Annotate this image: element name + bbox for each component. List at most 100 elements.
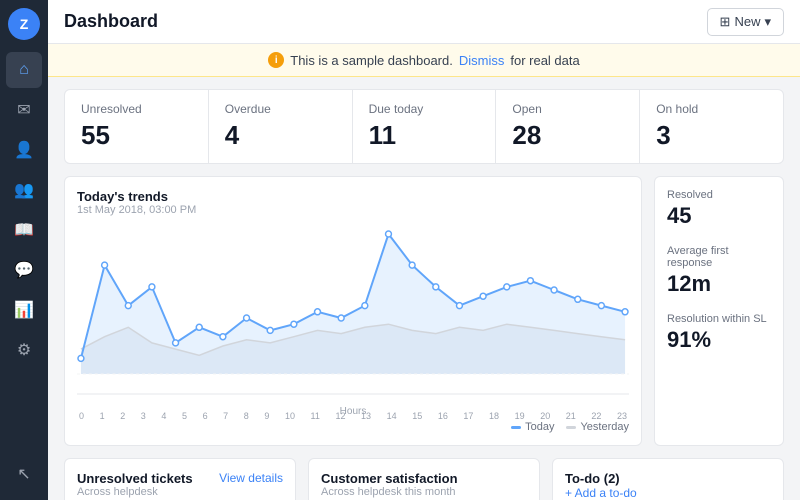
chart-point-today: [78, 355, 84, 361]
dashboard-content: Unresolved 55 Overdue 4 Due today 11 Ope…: [48, 77, 800, 500]
stat-due-today-value: 11: [369, 120, 480, 151]
sidebar-item-groups[interactable]: 👥: [6, 172, 42, 208]
stat-unresolved-label: Unresolved: [81, 102, 192, 116]
ticket-icon: ✉: [17, 100, 30, 120]
unresolved-tickets-header: Unresolved tickets Across helpdesk View …: [77, 471, 283, 498]
chart-subtitle: 1st May 2018, 03:00 PM: [77, 204, 629, 216]
add-todo-button[interactable]: + Add a to-do: [565, 486, 771, 500]
banner-suffix: for real data: [510, 53, 579, 68]
stat-open-label: Open: [512, 102, 623, 116]
chart-point-today: [244, 315, 250, 321]
side-stat-avg-response-label: Average first response: [667, 245, 771, 269]
report-icon: 📊: [14, 300, 34, 320]
cs-subtitle: Across helpdesk this month: [321, 486, 527, 498]
trends-svg: [77, 224, 629, 404]
side-stat-resolved: Resolved 45: [667, 189, 771, 229]
sidebar-item-book[interactable]: 📖: [6, 212, 42, 248]
header: Dashboard ⊞ New ▾: [48, 0, 800, 44]
chart-point-today: [409, 262, 415, 268]
book-icon: 📖: [14, 220, 34, 240]
chart-point-today: [362, 303, 368, 309]
legend-yesterday-dot: [566, 426, 576, 429]
trends-chart-card: Today's trends 1st May 2018, 03:00 PM: [64, 176, 642, 446]
dismiss-link[interactable]: Dismiss: [459, 53, 505, 68]
side-stat-resolution-sl-label: Resolution within SL: [667, 313, 771, 325]
stat-open: Open 28: [496, 90, 640, 163]
side-stat-resolved-label: Resolved: [667, 189, 771, 201]
chart-point-today: [575, 296, 581, 302]
chart-title: Today's trends: [77, 189, 629, 204]
stat-overdue-label: Overdue: [225, 102, 336, 116]
legend-today-dot: [511, 426, 521, 429]
stat-overdue: Overdue 4: [209, 90, 353, 163]
chart-point-today: [267, 327, 273, 333]
customer-satisfaction-card: Customer satisfaction Across helpdesk th…: [308, 458, 540, 500]
chart-sidebar-stats: Resolved 45 Average first response 12m R…: [654, 176, 784, 446]
sidebar-item-tickets[interactable]: ✉: [6, 92, 42, 128]
chart-container: 01234567891011121314151617181920212223: [77, 224, 629, 404]
view-details-link[interactable]: View details: [219, 471, 283, 485]
cs-title: Customer satisfaction: [321, 471, 527, 486]
sample-dashboard-banner: i This is a sample dashboard. Dismiss fo…: [48, 44, 800, 77]
sidebar-item-home[interactable]: ⌂: [6, 52, 42, 88]
chart-legend: Today Yesterday: [77, 421, 629, 433]
sidebar-item-cursor[interactable]: ↖: [6, 456, 42, 492]
bottom-row: Unresolved tickets Across helpdesk View …: [64, 458, 784, 500]
new-button-label: New: [734, 14, 760, 29]
page-title: Dashboard: [64, 11, 158, 32]
stat-on-hold-value: 3: [656, 120, 767, 151]
side-stat-avg-response-value: 12m: [667, 271, 771, 297]
chart-point-today: [102, 262, 108, 268]
legend-today: Today: [511, 421, 554, 433]
sidebar-item-chat[interactable]: 💬: [6, 252, 42, 288]
home-icon: ⌂: [19, 61, 29, 79]
settings-icon: ⚙: [17, 340, 31, 360]
chart-point-today: [504, 284, 510, 290]
person-icon: 👤: [14, 140, 34, 160]
chart-point-today: [173, 340, 179, 346]
todo-card: To-do (2) + Add a to-do ✓ Followup with …: [552, 458, 784, 500]
chart-point-today: [338, 315, 344, 321]
stat-due-today: Due today 11: [353, 90, 497, 163]
side-stat-resolution-sl-value: 91%: [667, 327, 771, 353]
chart-point-today: [457, 303, 463, 309]
unresolved-tickets-card: Unresolved tickets Across helpdesk View …: [64, 458, 296, 500]
chart-section: Today's trends 1st May 2018, 03:00 PM: [64, 176, 784, 446]
stat-overdue-value: 4: [225, 120, 336, 151]
chart-point-today: [220, 334, 226, 340]
group-icon: 👥: [14, 180, 34, 200]
chart-point-today: [291, 321, 297, 327]
sidebar-item-settings[interactable]: ⚙: [6, 332, 42, 368]
sidebar-item-reports[interactable]: 📊: [6, 292, 42, 328]
chart-point-today: [196, 324, 202, 330]
chart-point-today: [125, 303, 131, 309]
chart-point-today: [480, 293, 486, 299]
stat-on-hold: On hold 3: [640, 90, 783, 163]
sidebar: Z ⌂ ✉ 👤 👥 📖 💬 📊 ⚙ ↖: [0, 0, 48, 500]
chart-point-today: [551, 287, 557, 293]
banner-text: This is a sample dashboard.: [290, 53, 453, 68]
chart-point-today: [149, 284, 155, 290]
todo-title: To-do (2): [565, 471, 771, 486]
legend-yesterday-label: Yesterday: [580, 421, 629, 433]
side-stat-resolution-sl: Resolution within SL 91%: [667, 313, 771, 353]
stat-unresolved: Unresolved 55: [65, 90, 209, 163]
side-stat-avg-response: Average first response 12m: [667, 245, 771, 297]
chart-point-today: [527, 278, 533, 284]
new-button[interactable]: ⊞ New ▾: [707, 8, 784, 36]
info-icon: i: [268, 52, 284, 68]
legend-yesterday: Yesterday: [566, 421, 629, 433]
chart-point-today: [622, 309, 628, 315]
stat-on-hold-label: On hold: [656, 102, 767, 116]
stats-row: Unresolved 55 Overdue 4 Due today 11 Ope…: [64, 89, 784, 164]
stat-due-today-label: Due today: [369, 102, 480, 116]
chart-point-today: [433, 284, 439, 290]
chat-icon: 💬: [14, 260, 34, 280]
legend-today-label: Today: [525, 421, 554, 433]
side-stat-resolved-value: 45: [667, 203, 771, 229]
unresolved-tickets-title: Unresolved tickets: [77, 471, 193, 486]
sidebar-logo[interactable]: Z: [8, 8, 40, 40]
stat-unresolved-value: 55: [81, 120, 192, 151]
sidebar-item-person[interactable]: 👤: [6, 132, 42, 168]
main-content: Dashboard ⊞ New ▾ i This is a sample das…: [48, 0, 800, 500]
